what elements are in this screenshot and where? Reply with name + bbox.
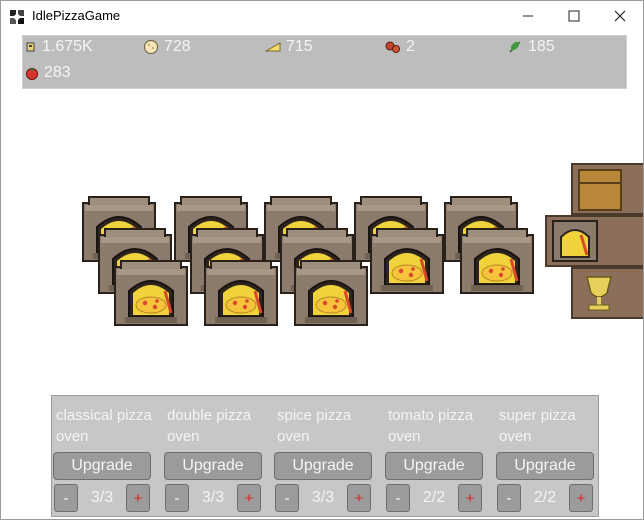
resource-herbs: 185 [507, 37, 555, 57]
oven-column-double: double pizza oven Upgrade - 3/3 + [163, 396, 273, 516]
upgrade-button[interactable]: Upgrade [496, 452, 594, 480]
dough-icon [144, 40, 158, 54]
oven-name: tomato pizza oven [388, 407, 474, 445]
coin-stack-icon [26, 42, 35, 52]
decrease-button[interactable]: - [497, 484, 521, 512]
resource-tomato-value: 283 [44, 64, 71, 81]
resource-meat: 2 [385, 37, 415, 57]
oven-shop-panel: classical pizza oven Upgrade - 3/3 + dou… [51, 395, 599, 517]
upgrade-button[interactable]: Upgrade [274, 452, 372, 480]
oven-name: super pizza oven [499, 407, 576, 445]
cheese-icon [265, 42, 281, 52]
title-bar: IdlePizzaGame [1, 1, 643, 31]
oven-field [81, 163, 644, 327]
decrease-button[interactable]: - [54, 484, 78, 512]
oven-name: spice pizza oven [277, 407, 352, 445]
resource-money-value: 1.675K [42, 38, 93, 55]
resource-money: 1.675K [25, 37, 93, 57]
oven-count: 2/2 [422, 489, 446, 506]
tomato-icon [26, 68, 38, 80]
oven-count: 3/3 [201, 489, 225, 506]
upgrade-button[interactable]: Upgrade [385, 452, 483, 480]
herb-icon [509, 41, 521, 53]
crate-icon [578, 169, 622, 211]
increase-button[interactable]: + [126, 484, 150, 512]
window-title: IdlePizzaGame [32, 8, 121, 23]
app-icon [10, 10, 24, 24]
increase-button[interactable]: + [458, 484, 482, 512]
resource-tomato: 283 [25, 63, 71, 83]
oven-column-tomato: tomato pizza oven Upgrade - 2/2 + [384, 396, 494, 516]
resource-bar: 1.675K 728 715 2 185 283 [22, 35, 627, 89]
upgrade-button[interactable]: Upgrade [53, 452, 151, 480]
oven-column-super: super pizza oven Upgrade - 2/2 + [495, 396, 605, 516]
decrease-button[interactable]: - [165, 484, 189, 512]
resource-herbs-value: 185 [528, 38, 555, 55]
oven-count: 2/2 [533, 489, 557, 506]
upgrade-button[interactable]: Upgrade [164, 452, 262, 480]
increase-button[interactable]: + [347, 484, 371, 512]
decrease-button[interactable]: - [386, 484, 410, 512]
oven-column-spice: spice pizza oven Upgrade - 3/3 + [273, 396, 383, 516]
oven-name: double pizza oven [167, 407, 252, 445]
game-window: IdlePizzaGame 1.675K 728 715 2 185 283 c… [0, 0, 644, 520]
resource-dough: 728 [143, 37, 191, 57]
oven-column-classical: classical pizza oven Upgrade - 3/3 + [52, 396, 162, 516]
close-icon[interactable] [597, 1, 643, 31]
side-menu-crate[interactable] [571, 163, 644, 215]
oven-unit[interactable] [293, 259, 369, 327]
resource-meat-value: 2 [406, 38, 415, 55]
minimize-icon[interactable] [505, 1, 551, 31]
salami-icon [385, 41, 400, 53]
resource-dough-value: 728 [164, 38, 191, 55]
increase-button[interactable]: + [237, 484, 261, 512]
maximize-icon[interactable] [551, 1, 597, 31]
oven-unit[interactable] [113, 259, 189, 327]
oven-unit[interactable] [459, 227, 535, 295]
oven-unit[interactable] [203, 259, 279, 327]
oven-name: classical pizza oven [56, 407, 152, 445]
resource-cheese-value: 715 [286, 38, 313, 55]
decrease-button[interactable]: - [275, 484, 299, 512]
side-menu-oven[interactable] [545, 215, 644, 267]
oven-unit[interactable] [369, 227, 445, 295]
oven-count: 3/3 [90, 489, 114, 506]
increase-button[interactable]: + [569, 484, 593, 512]
side-menu-trophy[interactable] [571, 267, 644, 319]
oven-count: 3/3 [311, 489, 335, 506]
resource-cheese: 715 [265, 37, 313, 57]
